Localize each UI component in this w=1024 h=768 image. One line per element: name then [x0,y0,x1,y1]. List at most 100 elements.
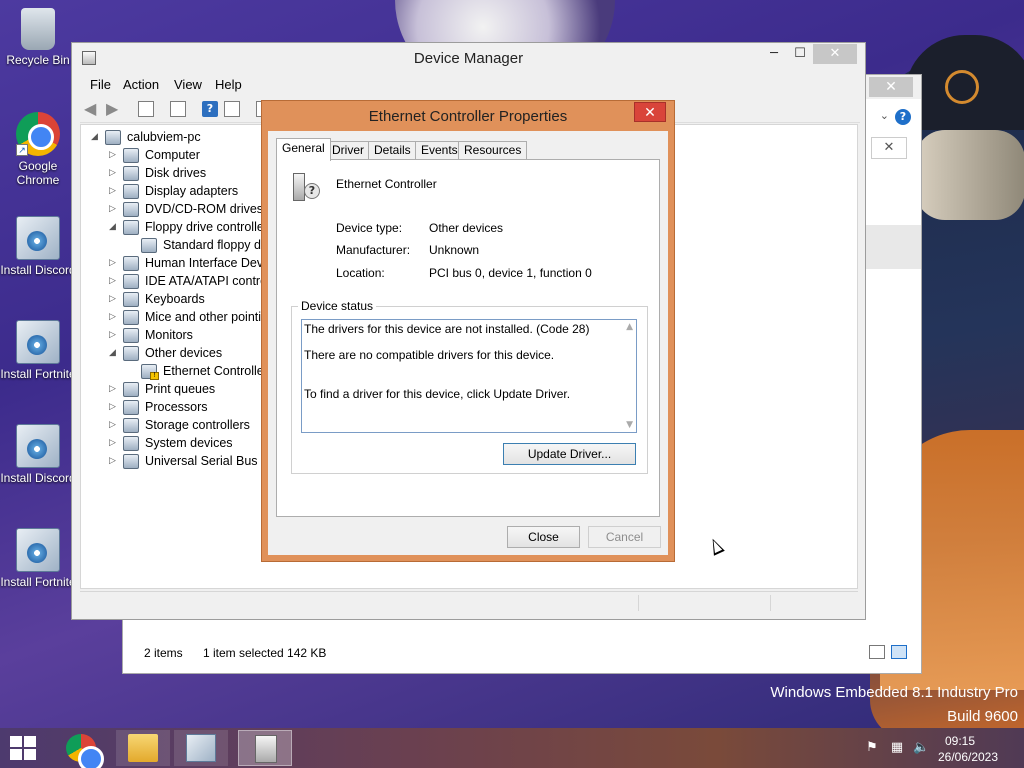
tree-node-label: Keyboards [145,292,205,306]
expand-expander-icon[interactable]: ▷ [109,419,119,430]
help-icon[interactable]: ? [895,109,911,125]
expand-expander-icon[interactable]: ▷ [109,311,119,322]
taskbar-installer[interactable] [174,730,228,766]
device-manager-title: Device Manager [413,50,524,67]
location-label: Location: [336,266,385,280]
system-device-icon [123,436,139,451]
volume-muted-icon[interactable]: 🔈 [913,740,929,756]
maximize-button[interactable]: ☐ [787,44,813,64]
expand-expander-icon[interactable]: ▷ [109,203,119,214]
ribbon-expand-chevron-icon[interactable]: ⌄ [880,109,889,122]
statusbar-divider [638,595,639,611]
expand-expander-icon[interactable]: ▷ [109,257,119,268]
desktop-icon-label: Google Chrome [16,159,60,187]
search-clear-button[interactable]: ✕ [871,137,907,159]
clock-time[interactable]: 09:15 [930,734,990,748]
device-manager-statusbar [80,591,858,613]
menu-help[interactable]: Help [215,77,242,92]
status-message-line: The drivers for this device are not inst… [304,322,590,336]
expand-expander-icon[interactable]: ▷ [109,293,119,304]
menu-file[interactable]: File [90,77,111,92]
menu-view[interactable]: View [174,77,202,92]
tab-events[interactable]: Events [415,141,464,160]
scroll-up-arrow-icon[interactable]: ▲ [626,322,633,332]
disk-drive-icon [123,166,139,181]
installer-icon [16,528,60,572]
close-button[interactable]: Close [507,526,580,548]
expand-expander-icon[interactable]: ▷ [109,329,119,340]
ethernet-controller-properties-dialog[interactable]: Ethernet Controller Properties ✕ General… [261,100,675,562]
device-manager-icon [255,735,277,763]
start-button[interactable] [8,735,40,761]
tree-node-label: Other devices [145,346,223,360]
desktop-icon-install-fortnite[interactable]: Install Fortnite [0,320,76,381]
minimize-button[interactable]: ─ [761,44,787,64]
dvd-drive-icon [123,202,139,217]
update-driver-button[interactable]: Update Driver... [503,443,636,465]
scan-hardware-icon[interactable] [224,101,240,117]
expand-expander-icon[interactable]: ▷ [109,383,119,394]
dialog-close-button[interactable]: ✕ [634,102,666,122]
menu-action[interactable]: Action [123,77,159,92]
tab-general[interactable]: General [276,138,331,161]
computer-tower-icon [293,173,305,201]
properties-icon[interactable] [170,101,186,117]
collapse-expander-icon[interactable]: ◢ [109,347,119,358]
expand-expander-icon[interactable]: ▷ [109,437,119,448]
file-explorer-selected-row[interactable] [865,225,921,269]
details-view-icon[interactable] [869,645,885,659]
tab-details[interactable]: Details [368,141,417,160]
installer-icon [16,320,60,364]
unknown-device-icon: ? [290,173,320,203]
expand-expander-icon[interactable]: ▷ [109,185,119,196]
menu-bar: File Action View Help [72,73,865,97]
tree-node-label: Storage controllers [145,418,250,432]
mouse-icon [123,310,139,325]
status-selection-info: 1 item selected 142 KB [203,646,327,660]
hid-icon [123,256,139,271]
close-button[interactable]: ✕ [813,44,857,64]
other-devices-icon [123,346,139,361]
cancel-button[interactable]: Cancel [588,526,661,548]
processor-icon [123,400,139,415]
back-arrow-icon[interactable]: ◀ [84,101,100,117]
show-hide-console-tree-icon[interactable] [138,101,154,117]
unknown-device-icon: ! [141,364,159,380]
taskbar-device-manager[interactable] [238,730,292,766]
expand-expander-icon[interactable]: ▷ [109,401,119,412]
taskbar-chrome[interactable] [54,730,108,768]
forward-arrow-icon[interactable]: ▶ [106,101,122,117]
file-explorer-close-button[interactable]: ✕ [869,77,913,97]
desktop-icon-recycle-bin[interactable]: Recycle Bin [0,8,76,67]
device-status-textbox[interactable]: The drivers for this device are not inst… [301,319,637,433]
tab-resources[interactable]: Resources [458,141,528,160]
tree-node-label: calubviem-pc [127,130,201,144]
help-icon[interactable]: ? [202,101,218,117]
tree-node-label: Display adapters [145,184,239,198]
expand-expander-icon[interactable]: ▷ [109,455,119,466]
desktop-icon-google-chrome[interactable]: ↗ Google Chrome [0,112,76,187]
expand-expander-icon[interactable]: ▷ [109,275,119,286]
desktop-icon-install-discord[interactable]: Install Discord [0,216,76,277]
large-icons-view-icon[interactable] [891,645,907,659]
device-manager-titlebar[interactable]: Device Manager ─ ☐ ✕ [72,43,865,73]
tab-driver[interactable]: Driver [326,141,370,160]
desktop-icon-label: Install Fortnite [0,367,76,381]
network-disconnected-icon[interactable]: ▦ [889,740,905,756]
collapse-expander-icon[interactable]: ◢ [109,221,119,232]
windows-logo-pane [24,749,36,760]
collapse-expander-icon[interactable]: ◢ [91,131,101,142]
expand-expander-icon[interactable]: ▷ [109,149,119,160]
action-center-flag-icon[interactable]: ⚑ [864,740,880,756]
tree-node-label: Floppy drive controllers [145,220,275,234]
wallpaper-character-mask [915,130,1024,220]
desktop-icon-install-discord-2[interactable]: Install Discord [0,424,76,485]
device-type-label: Device type: [336,221,403,235]
statusbar-divider [770,595,771,611]
windows-logo-pane [10,736,22,747]
scroll-down-arrow-icon[interactable]: ▼ [626,420,633,430]
expand-expander-icon[interactable]: ▷ [109,167,119,178]
desktop-icon-install-fortnite-2[interactable]: Install Fortnite [0,528,76,589]
taskbar-file-explorer[interactable] [116,730,170,766]
clock-date[interactable]: 26/06/2023 [928,750,1008,764]
